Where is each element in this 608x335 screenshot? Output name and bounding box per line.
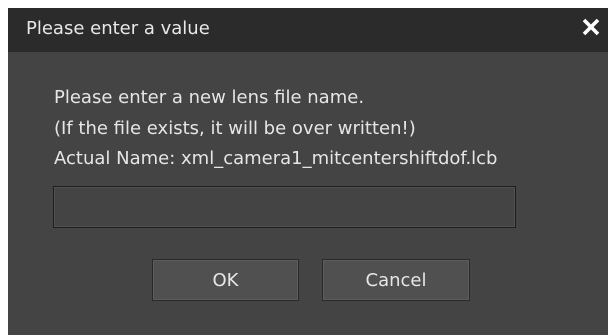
- close-button[interactable]: [576, 12, 606, 46]
- message-line-2: (If the file exists, it will be over wri…: [54, 118, 416, 139]
- ok-button-label: OK: [212, 269, 239, 291]
- lens-file-name-input[interactable]: [53, 186, 516, 228]
- close-icon: [581, 17, 601, 41]
- value-dialog: Please enter a value Please enter a new …: [8, 8, 608, 335]
- dialog-body: Please enter a new lens file name. (If t…: [8, 52, 608, 335]
- ok-button[interactable]: OK: [152, 259, 299, 301]
- cancel-button[interactable]: Cancel: [322, 259, 470, 301]
- actual-name-label: Actual Name: xml_camera1_mitcentershiftd…: [54, 148, 498, 169]
- message-line-1: Please enter a new lens file name.: [54, 87, 365, 108]
- dialog-titlebar: Please enter a value: [8, 8, 608, 52]
- cancel-button-label: Cancel: [365, 269, 427, 291]
- dialog-title: Please enter a value: [26, 18, 210, 39]
